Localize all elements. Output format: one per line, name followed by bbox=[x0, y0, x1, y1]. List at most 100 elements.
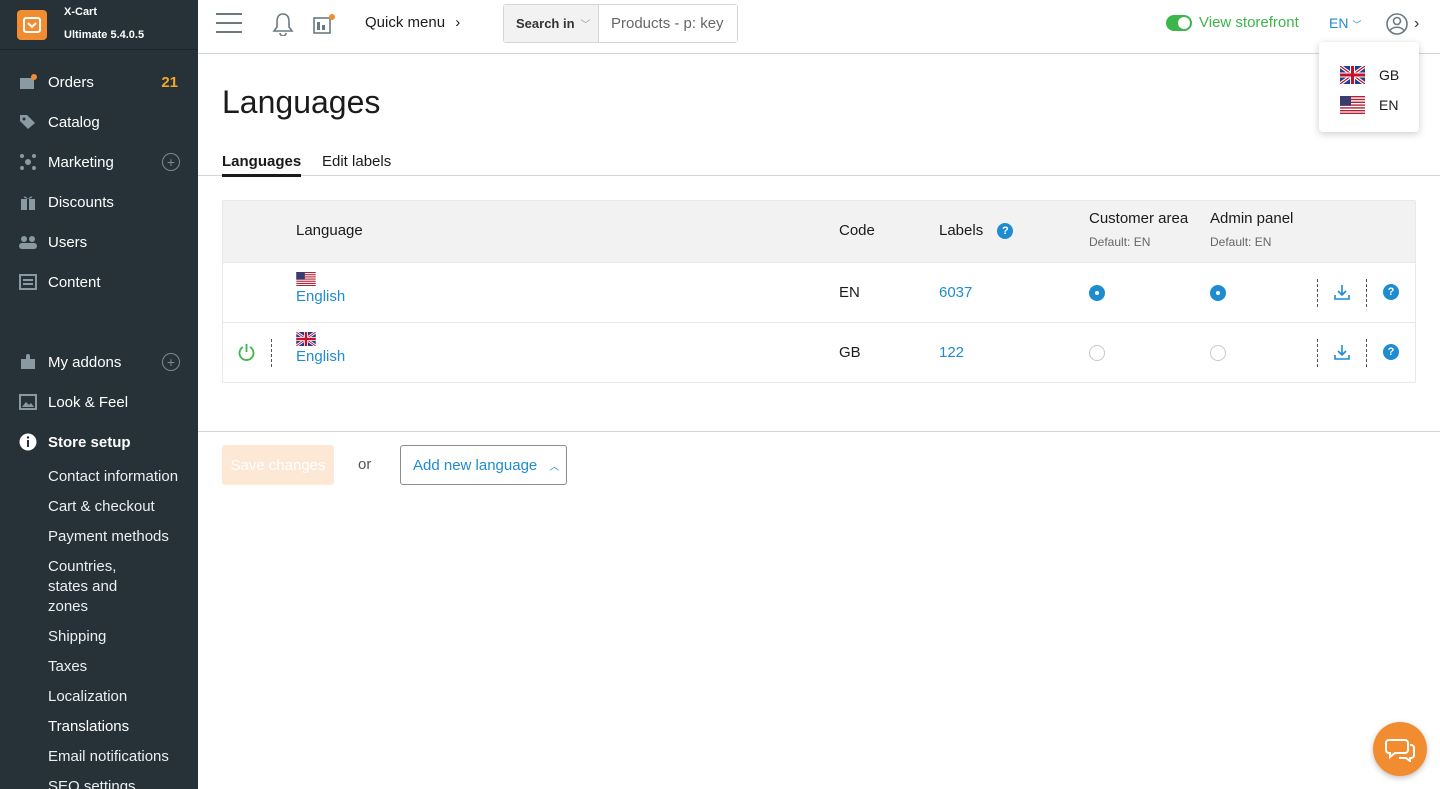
submenu-contact-information[interactable]: Contact information bbox=[0, 462, 198, 492]
sidebar-item-look-feel[interactable]: Look & Feel bbox=[0, 382, 198, 422]
storefront-toggle-icon bbox=[1166, 14, 1192, 31]
labels-count-link[interactable]: 6037 bbox=[939, 284, 972, 301]
language-option-en[interactable]: EN bbox=[1319, 90, 1419, 120]
sidebar-item-label: Orders bbox=[48, 73, 94, 91]
code-cell: GB bbox=[839, 344, 861, 361]
submenu-seo-settings[interactable]: SEO settings bbox=[0, 772, 198, 789]
store-setup-submenu: Contact information Cart & checkout Paym… bbox=[0, 462, 198, 789]
submenu-shipping[interactable]: Shipping bbox=[0, 622, 198, 652]
tab-languages[interactable]: Languages bbox=[222, 153, 302, 177]
add-marketing-plus-icon[interactable]: + bbox=[162, 153, 180, 171]
us-flag-icon bbox=[1340, 96, 1365, 114]
language-cell: English bbox=[295, 330, 345, 365]
submenu-taxes[interactable]: Taxes bbox=[0, 652, 198, 682]
sidebar-item-store-setup[interactable]: Store setup bbox=[0, 422, 198, 462]
language-name-link[interactable]: English bbox=[296, 288, 345, 305]
submenu-countries-states-zones[interactable]: Countries, states and zones bbox=[0, 552, 150, 622]
language-switcher[interactable]: EN ﹀ bbox=[1329, 15, 1361, 31]
admin-default-radio[interactable] bbox=[1210, 345, 1226, 361]
help-icon[interactable]: ? bbox=[997, 223, 1014, 240]
sidebar-item-users[interactable]: Users bbox=[0, 222, 198, 262]
power-icon[interactable] bbox=[237, 343, 256, 366]
customer-default-radio[interactable] bbox=[1089, 345, 1105, 361]
admin-default-radio-cell bbox=[1210, 285, 1226, 301]
chevron-down-icon: ﹀ bbox=[580, 20, 591, 31]
add-addon-plus-icon[interactable]: + bbox=[162, 353, 180, 371]
search-in-dropdown[interactable]: Search in ﹀ bbox=[504, 5, 599, 42]
xcart-logo-icon[interactable] bbox=[17, 9, 47, 40]
language-option-gb[interactable]: GB bbox=[1319, 60, 1419, 90]
info-icon bbox=[18, 432, 38, 452]
table-row: English EN 6037 ? bbox=[223, 262, 1415, 322]
news-icon[interactable] bbox=[312, 12, 336, 41]
sidebar-item-orders[interactable]: Orders 21 bbox=[0, 62, 198, 102]
column-code: Code bbox=[839, 222, 875, 239]
form-footer: Save changes or Add new language ︿ bbox=[198, 431, 1440, 501]
tabs: Languages Edit labels bbox=[198, 150, 1440, 177]
search-in-label: Search in bbox=[516, 16, 575, 31]
table-header: Language Code Labels ? Customer area Def… bbox=[223, 201, 1415, 262]
sidebar-item-catalog[interactable]: Catalog bbox=[0, 102, 198, 142]
column-admin-panel: Admin panel Default: EN bbox=[1210, 210, 1293, 249]
divider bbox=[1366, 339, 1367, 367]
language-dropdown: GB EN bbox=[1319, 42, 1419, 132]
user-menu[interactable]: › bbox=[1386, 13, 1419, 35]
language-option-label: GB bbox=[1379, 67, 1400, 83]
sidebar-item-label: Marketing bbox=[48, 153, 114, 171]
admin-default-radio[interactable] bbox=[1210, 285, 1226, 301]
admin-default-radio-cell bbox=[1210, 345, 1226, 361]
language-cell: English bbox=[296, 272, 345, 305]
help-icon[interactable]: ? bbox=[1383, 284, 1399, 300]
divider bbox=[1317, 279, 1318, 307]
help-icon[interactable]: ? bbox=[1383, 344, 1399, 360]
chevron-up-icon: ︿ bbox=[549, 461, 560, 473]
sidebar-item-content[interactable]: Content bbox=[0, 262, 198, 302]
or-text: or bbox=[358, 456, 372, 473]
submenu-payment-methods[interactable]: Payment methods bbox=[0, 522, 198, 552]
page-title: Languages bbox=[222, 84, 381, 120]
tab-edit-labels[interactable]: Edit labels bbox=[322, 153, 391, 174]
hamburger-menu-icon[interactable] bbox=[216, 13, 242, 35]
column-customer-area-title: Customer area bbox=[1089, 210, 1189, 227]
orders-icon bbox=[18, 72, 38, 92]
language-option-label: EN bbox=[1379, 97, 1399, 113]
sidebar-item-label: Look & Feel bbox=[48, 393, 129, 411]
sidebar-item-marketing[interactable]: Marketing + bbox=[0, 142, 198, 182]
divider bbox=[1317, 339, 1318, 367]
languages-table: Language Code Labels ? Customer area Def… bbox=[222, 200, 1416, 383]
customer-default-radio[interactable] bbox=[1089, 285, 1105, 301]
nav-spacer bbox=[0, 302, 198, 342]
submenu-localization[interactable]: Localization bbox=[0, 682, 198, 712]
view-storefront-toggle[interactable]: View storefront bbox=[1166, 14, 1299, 31]
add-new-language-button[interactable]: Add new language ︿ bbox=[400, 445, 567, 485]
labels-count-link[interactable]: 122 bbox=[939, 344, 964, 361]
search-input[interactable] bbox=[599, 5, 737, 42]
tag-icon bbox=[18, 112, 38, 132]
language-name-link[interactable]: English bbox=[296, 348, 345, 365]
customer-default-radio-cell bbox=[1089, 345, 1105, 361]
chevron-down-icon: ﹀ bbox=[1352, 20, 1362, 30]
divider bbox=[1366, 279, 1367, 307]
question-icon: ? bbox=[1383, 284, 1399, 300]
view-storefront-label: View storefront bbox=[1199, 14, 1299, 31]
puzzle-icon bbox=[18, 352, 38, 372]
submenu-cart-checkout[interactable]: Cart & checkout bbox=[0, 492, 198, 522]
uk-flag-icon bbox=[295, 330, 317, 348]
customer-default-radio-cell bbox=[1089, 285, 1105, 301]
sidebar-item-discounts[interactable]: Discounts bbox=[0, 182, 198, 222]
bell-icon[interactable] bbox=[272, 12, 294, 41]
marketing-icon bbox=[18, 152, 38, 172]
sidebar-item-label: Discounts bbox=[48, 193, 114, 211]
save-changes-button[interactable]: Save changes bbox=[222, 445, 334, 485]
download-icon[interactable] bbox=[1333, 343, 1351, 365]
sidebar-item-my-addons[interactable]: My addons + bbox=[0, 342, 198, 382]
brand-name: X-Cart bbox=[64, 5, 98, 18]
gift-icon bbox=[18, 192, 38, 212]
quick-menu-label: Quick menu bbox=[365, 14, 446, 31]
submenu-translations[interactable]: Translations bbox=[0, 712, 198, 742]
submenu-email-notifications[interactable]: Email notifications bbox=[0, 742, 198, 772]
quick-menu-button[interactable]: Quick menu › bbox=[365, 14, 460, 31]
chat-icon[interactable] bbox=[1373, 722, 1427, 776]
download-icon[interactable] bbox=[1333, 283, 1351, 305]
uk-flag-icon bbox=[1340, 66, 1365, 84]
